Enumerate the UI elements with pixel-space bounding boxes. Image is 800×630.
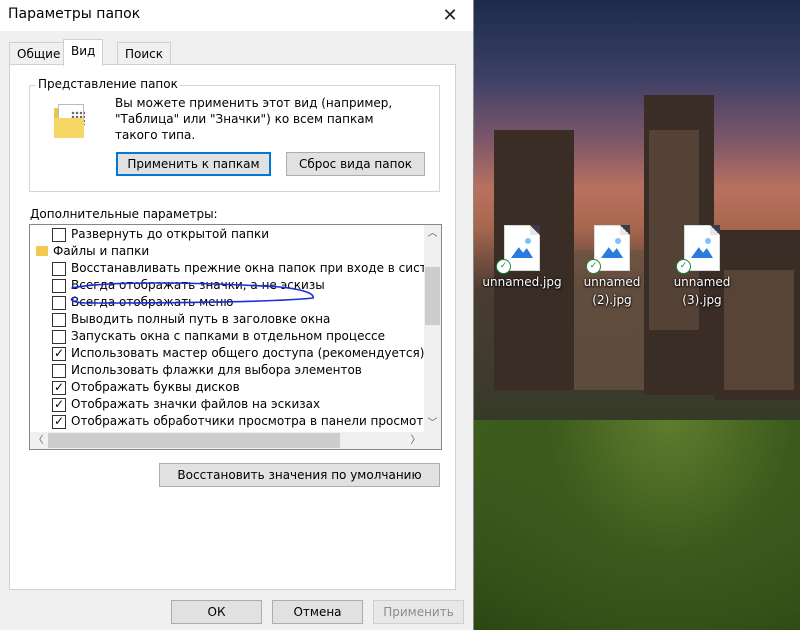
scroll-left-icon[interactable]: 〈 <box>30 432 47 449</box>
setting-label: Отображать обработчики просмотра в панел… <box>71 414 439 428</box>
horizontal-scroll-thumb[interactable] <box>48 433 340 448</box>
folder-view-icon <box>54 104 86 138</box>
advanced-settings-list[interactable]: Развернуть до открытой папки Файлы и пап… <box>29 224 442 450</box>
setting-label: Запускать окна с папками в отдельном про… <box>71 329 386 343</box>
checkbox[interactable] <box>52 413 66 430</box>
desktop-background: ✓ unnamed.jpg ✓ unnamed (2).jpg ✓ unname… <box>474 0 800 630</box>
setting-label: Восстанавливать прежние окна папок при в… <box>71 261 435 275</box>
setting-label: Выводить полный путь в заголовке окна <box>71 312 331 326</box>
checkbox[interactable] <box>52 279 66 293</box>
image-file-icon: ✓ <box>586 225 630 274</box>
file-label-line2: (2).jpg <box>592 293 632 307</box>
close-icon: ✕ <box>442 5 458 26</box>
apply-button[interactable]: Применить <box>373 600 464 624</box>
setting-label: Использовать мастер общего доступа (реко… <box>71 346 425 360</box>
folder-icon <box>36 246 48 256</box>
checkbox[interactable] <box>52 330 66 344</box>
desktop-file-unnamed-2[interactable]: ✓ unnamed (2).jpg <box>572 225 652 309</box>
ok-button[interactable]: ОК <box>171 600 262 624</box>
dialog-title: Параметры папок <box>8 6 141 22</box>
reset-folders-button[interactable]: Сброс вида папок <box>286 152 425 176</box>
folder-views-title: Представление папок <box>36 77 180 91</box>
advanced-settings-label: Дополнительные параметры: <box>30 207 218 221</box>
scroll-down-icon[interactable]: ﹀ <box>424 415 441 432</box>
image-file-icon: ✓ <box>496 225 540 274</box>
green-check-icon: ✓ <box>496 259 511 274</box>
file-label: unnamed.jpg <box>482 275 562 289</box>
setting-label: Отображать буквы дисков <box>71 380 240 394</box>
tab-search[interactable]: Поиск <box>117 42 172 66</box>
vertical-scroll-thumb[interactable] <box>425 267 440 325</box>
checkbox[interactable] <box>52 379 66 396</box>
checkbox[interactable] <box>52 313 66 327</box>
image-file-icon: ✓ <box>676 225 720 274</box>
desktop-file-unnamed[interactable]: ✓ unnamed.jpg <box>482 225 562 291</box>
setting-label: Использовать флажки для выбора элементов <box>71 363 362 377</box>
checkbox[interactable] <box>52 228 66 242</box>
desktop-file-unnamed-3[interactable]: ✓ unnamed (3).jpg <box>662 225 742 309</box>
tab-general[interactable]: Общие <box>9 42 69 66</box>
cancel-button[interactable]: Отмена <box>272 600 363 624</box>
restore-defaults-button[interactable]: Восстановить значения по умолчанию <box>159 463 440 487</box>
tab-view[interactable]: Вид <box>63 39 104 66</box>
scroll-up-icon[interactable]: ︿ <box>424 225 441 242</box>
checkbox[interactable] <box>52 296 66 310</box>
file-label: unnamed <box>583 275 641 289</box>
horizontal-scrollbar[interactable]: 〈 〉 <box>30 432 441 449</box>
scroll-right-icon[interactable]: 〉 <box>407 432 424 449</box>
file-label: unnamed <box>673 275 731 289</box>
setting-label: Развернуть до открытой папки <box>71 227 270 241</box>
scroll-corner <box>424 432 441 449</box>
folder-options-dialog: Параметры папок ✕ Общие Вид Поиск Предст… <box>0 0 474 630</box>
green-check-icon: ✓ <box>586 259 601 274</box>
grass-field <box>474 420 800 630</box>
checkbox[interactable] <box>52 364 66 378</box>
apply-to-folders-button[interactable]: Применить к папкам <box>116 152 271 176</box>
setting-label: Всегда отображать меню <box>71 295 234 309</box>
title-bar[interactable]: Параметры папок ✕ <box>0 0 473 31</box>
setting-label: Отображать значки файлов на эскизах <box>71 397 321 411</box>
close-button[interactable]: ✕ <box>427 0 473 31</box>
green-check-icon: ✓ <box>676 259 691 274</box>
vertical-scrollbar[interactable]: ︿ ﹀ <box>424 225 441 432</box>
file-label-line2: (3).jpg <box>682 293 722 307</box>
checkbox[interactable] <box>52 262 66 276</box>
checkbox[interactable] <box>52 345 66 362</box>
folder-views-description: Вы можете применить этот вид (например, … <box>115 96 393 142</box>
setting-group-label: Файлы и папки <box>53 244 150 258</box>
setting-label: Всегда отображать значки, а не эскизы <box>71 278 325 292</box>
checkbox[interactable] <box>52 396 66 413</box>
